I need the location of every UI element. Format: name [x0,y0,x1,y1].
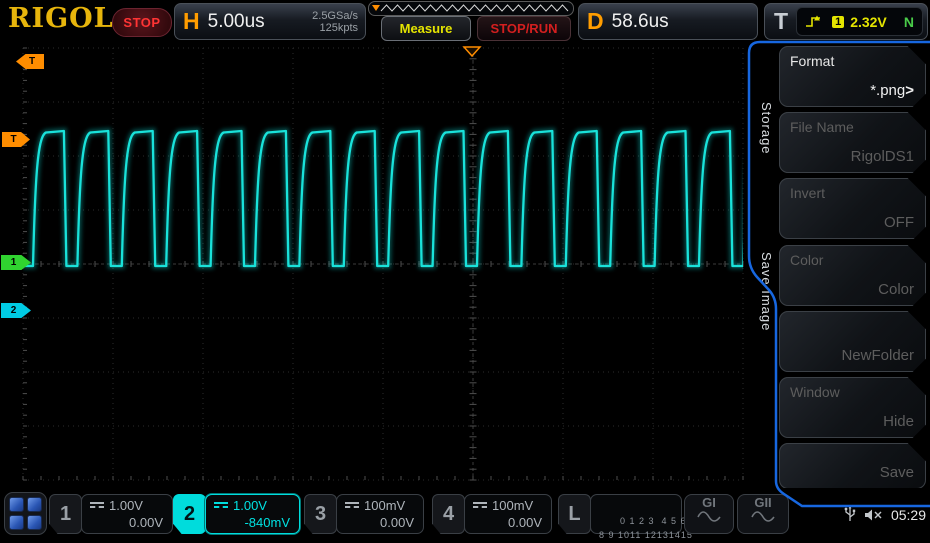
tile [9,515,24,530]
status-area: 05:29 [844,506,926,524]
channel-3-panel[interactable]: 100mV 0.00V [336,494,424,534]
menu-item-label: Format [790,53,834,69]
source-gii-button[interactable]: GII [737,494,789,534]
memory-position-icon [372,5,380,11]
delay-panel[interactable]: D 58.6us [578,3,758,40]
trigger-panel[interactable]: T 1 2.32V N [764,3,928,40]
menu-item-value: RigolDS1 [851,148,914,165]
menu-item-value: Hide [883,413,914,430]
delay-value: 58.6us [612,11,669,33]
ch2-scale: 1.00V [233,498,267,513]
gii-label: GII [754,495,771,510]
logic-channels-button[interactable]: L [558,494,591,534]
ch1-scale: 1.00V [109,498,143,513]
waveform-display [0,0,930,543]
menu-item-value: NewFolder [841,347,914,364]
measure-button[interactable]: Measure [381,16,471,41]
source-gi-button[interactable]: GI [684,494,734,534]
ch4-scale: 100mV [492,498,533,513]
ch4-offset: 0.00V [508,515,542,530]
channel-1-button[interactable]: 1 [49,494,82,534]
ch2-offset: -840mV [244,515,290,530]
menu-item-value: Save [880,464,914,481]
usb-icon[interactable] [844,506,856,524]
ch2-waveform [23,131,788,266]
logic-channels-panel[interactable]: 0 1 2 3 4 5 6 78 9 1011 12131415 [590,494,682,534]
speaker-muted-icon[interactable] [864,508,883,522]
memory-waveform-strip [368,1,574,16]
clock: 05:29 [891,507,926,523]
ch3-offset: 0.00V [380,515,414,530]
timebase-value: 5.00us [208,11,265,33]
trigger-source-chip: 1 [832,16,844,28]
tile [27,497,42,512]
four-tiles-icon[interactable] [4,492,47,535]
channel-1-panel[interactable]: 1.00V 0.00V [81,494,173,534]
run-state-badge: STOP [112,8,172,37]
channel-4-button[interactable]: 4 [432,494,465,534]
channel-4-panel[interactable]: 100mV 0.00V [464,494,552,534]
bottom-bar: 1 1.00V 0.00V 2 1.00V -840mV 3 100mV 0.0… [0,488,930,543]
t-label: T [774,8,788,35]
gi-label: GI [702,495,716,510]
trigger-level-value: 2.32V [850,14,887,30]
rising-edge-trigger-icon [805,14,822,29]
horizontal-panel[interactable]: H 5.00us 2.5GSa/s 125kpts [174,3,366,40]
menu-item-label: Color [790,252,823,268]
logic-digit-rows: 0 1 2 3 4 5 6 78 9 1011 12131415 [599,500,696,542]
trigger-sweep-mode: N [904,14,914,30]
tile [27,515,42,530]
stop-run-button[interactable]: STOP/RUN [477,16,571,41]
ch2-waveform-glow [23,131,788,266]
menu-item-value: OFF [884,214,914,231]
menu-item-label: Window [790,384,840,400]
submenu-chevron-icon: > [905,82,914,99]
sine-wave-icon [696,508,722,522]
menu-item-label: File Name [790,119,854,135]
ch3-scale: 100mV [364,498,405,513]
channel-2-panel[interactable]: 1.00V -840mV [205,494,300,534]
menu-item-label: Invert [790,185,825,201]
dc-coupling-icon [214,502,228,510]
rigol-logo: RIGOL [8,3,114,34]
sample-rate: 2.5GSa/s 125kpts [312,10,358,34]
ch1-offset: 0.00V [129,515,163,530]
tile [9,497,24,512]
dc-coupling-icon [473,502,487,510]
menu-item-value: *.png> [870,82,914,99]
menu-item-value: Color [878,281,914,298]
trigger-info-box: 1 2.32V N [796,7,923,36]
dc-coupling-icon [90,502,104,510]
h-label: H [183,8,200,35]
sine-wave-icon [750,508,776,522]
channel-3-button[interactable]: 3 [304,494,337,534]
trigger-position-triangle-icon[interactable] [464,47,480,56]
zigzag-pattern [381,5,568,11]
channel-2-button[interactable]: 2 [173,494,206,534]
dc-coupling-icon [345,502,359,510]
d-label: D [587,8,604,35]
